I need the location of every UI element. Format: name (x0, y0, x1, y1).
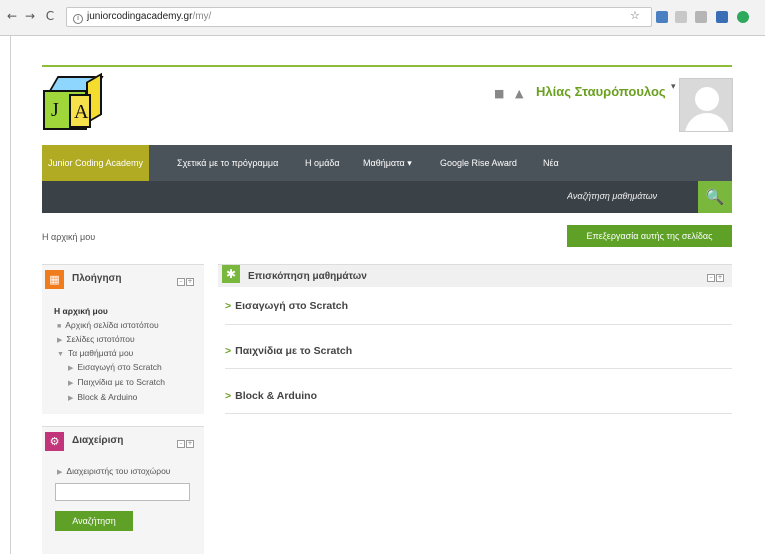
course-divider (225, 413, 732, 414)
triangle-down-icon: ▼ (57, 351, 64, 358)
edit-page-button[interactable]: Επεξεργασία αυτής της σελίδας (567, 225, 732, 247)
extension-icon[interactable] (737, 11, 749, 23)
extension-icon[interactable] (675, 11, 687, 23)
site-logo[interactable]: J A (43, 72, 104, 132)
chevron-right-icon: > (225, 390, 232, 402)
course-link[interactable]: > Block & Arduino (225, 390, 317, 402)
avatar-body (685, 113, 729, 131)
square-bullet-icon: ■ (57, 323, 62, 330)
url-path: /my/ (192, 11, 212, 22)
url-host: juniorcodingacademy.gr (87, 11, 193, 22)
tree-item-course[interactable]: ▶ Παιχνίδια με το Scratch (68, 377, 165, 387)
chevron-right-icon: > (225, 345, 232, 357)
triangle-right-icon: ▶ (68, 365, 74, 372)
tree-item-course[interactable]: ▶ Εισαγωγή στο Scratch (68, 362, 162, 372)
tree-item-site-home[interactable]: ■ Αρχική σελίδα ιστοτόπου (57, 320, 159, 330)
info-icon[interactable]: i (73, 14, 83, 24)
gears-icon: ⚙ (45, 432, 64, 451)
tree-item-course[interactable]: ▶ Block & Arduino (68, 392, 137, 402)
reload-button[interactable]: C (44, 9, 56, 23)
administration-block-title: Διαχείριση (72, 435, 124, 446)
avatar[interactable] (679, 78, 733, 132)
extension-icon[interactable] (656, 11, 668, 23)
logo-a-face: A (69, 94, 91, 128)
triangle-right-icon: ▶ (57, 337, 63, 344)
nav-item-news[interactable]: Νέα (543, 145, 559, 181)
back-button[interactable]: ← (6, 9, 18, 23)
collapse-icon[interactable]: + (186, 278, 194, 286)
avatar-head (695, 87, 719, 111)
dock-icon[interactable]: – (707, 274, 715, 282)
message-icon[interactable]: ■ (494, 87, 504, 100)
block-controls: – + (177, 438, 195, 448)
administration-block-header: ⚙ Διαχείριση – + (42, 427, 204, 457)
block-controls: – + (707, 272, 725, 282)
collapse-icon[interactable]: + (186, 440, 194, 448)
tree-item-site-admin[interactable]: ▶ Διαχειριστής του ιστοχώρου (57, 466, 170, 476)
course-link[interactable]: > Παιχνίδια με το Scratch (225, 345, 352, 357)
course-overview-title: Επισκόπηση μαθημάτων (248, 271, 367, 282)
tree-item-site-pages[interactable]: ▶ Σελίδες ιστοτόπου (57, 334, 135, 344)
course-divider (225, 324, 732, 325)
extension-icon[interactable] (695, 11, 707, 23)
nav-item-home[interactable]: Junior Coding Academy (42, 145, 150, 181)
course-search-input[interactable] (559, 185, 697, 207)
admin-search-button[interactable]: Αναζήτηση (55, 511, 133, 531)
puzzle-icon: ✱ (222, 265, 240, 283)
admin-search-input[interactable] (55, 483, 190, 501)
logo-letter-j: J (51, 99, 59, 121)
dock-icon[interactable]: – (177, 278, 185, 286)
triangle-right-icon: ▶ (57, 469, 63, 476)
sitemap-icon: ▦ (45, 270, 64, 289)
extension-icon[interactable] (716, 11, 728, 23)
dock-icon[interactable]: – (177, 440, 185, 448)
browser-toolbar: ← → C i juniorcodingacademy.gr/my/ ☆ (0, 0, 765, 36)
navigation-block-header: ▦ Πλοήγηση – + (42, 265, 204, 295)
course-link[interactable]: > Εισαγωγή στο Scratch (225, 300, 348, 312)
header-divider (42, 65, 732, 67)
forward-button[interactable]: → (24, 9, 36, 23)
triangle-right-icon: ▶ (68, 395, 74, 402)
main-navbar: Junior Coding Academy Σχετικά με το πρόγ… (42, 145, 732, 181)
triangle-right-icon: ▶ (68, 380, 74, 387)
nav-item-courses[interactable]: Μαθήματα ▾ (363, 145, 412, 181)
bookmark-star-icon[interactable]: ☆ (630, 9, 640, 22)
nav-item-google-rise[interactable]: Google Rise Award (440, 145, 517, 181)
tree-item-my-home[interactable]: Η αρχική μου (54, 306, 108, 316)
course-divider (225, 368, 732, 369)
collapse-icon[interactable]: + (716, 274, 724, 282)
chevron-down-icon[interactable]: ▾ (671, 82, 676, 92)
block-controls: – + (177, 276, 195, 286)
breadcrumb[interactable]: Η αρχική μου (42, 232, 95, 242)
navigation-block-title: Πλοήγηση (72, 273, 122, 284)
address-bar[interactable]: i juniorcodingacademy.gr/my/ (66, 7, 652, 27)
user-menu-name[interactable]: Ηλίας Σταυρόπουλος (536, 84, 666, 99)
chevron-right-icon: > (225, 300, 232, 312)
search-icon[interactable]: 🔍 (698, 181, 732, 213)
nav-item-about[interactable]: Σχετικά με το πρόγραμμα (177, 145, 278, 181)
bell-icon[interactable]: ▲ (515, 87, 523, 100)
logo-letter-a: A (74, 101, 89, 123)
nav-item-team[interactable]: Η ομάδα (305, 145, 340, 181)
tree-item-my-courses[interactable]: ▼ Τα μαθήματά μου (57, 348, 133, 358)
